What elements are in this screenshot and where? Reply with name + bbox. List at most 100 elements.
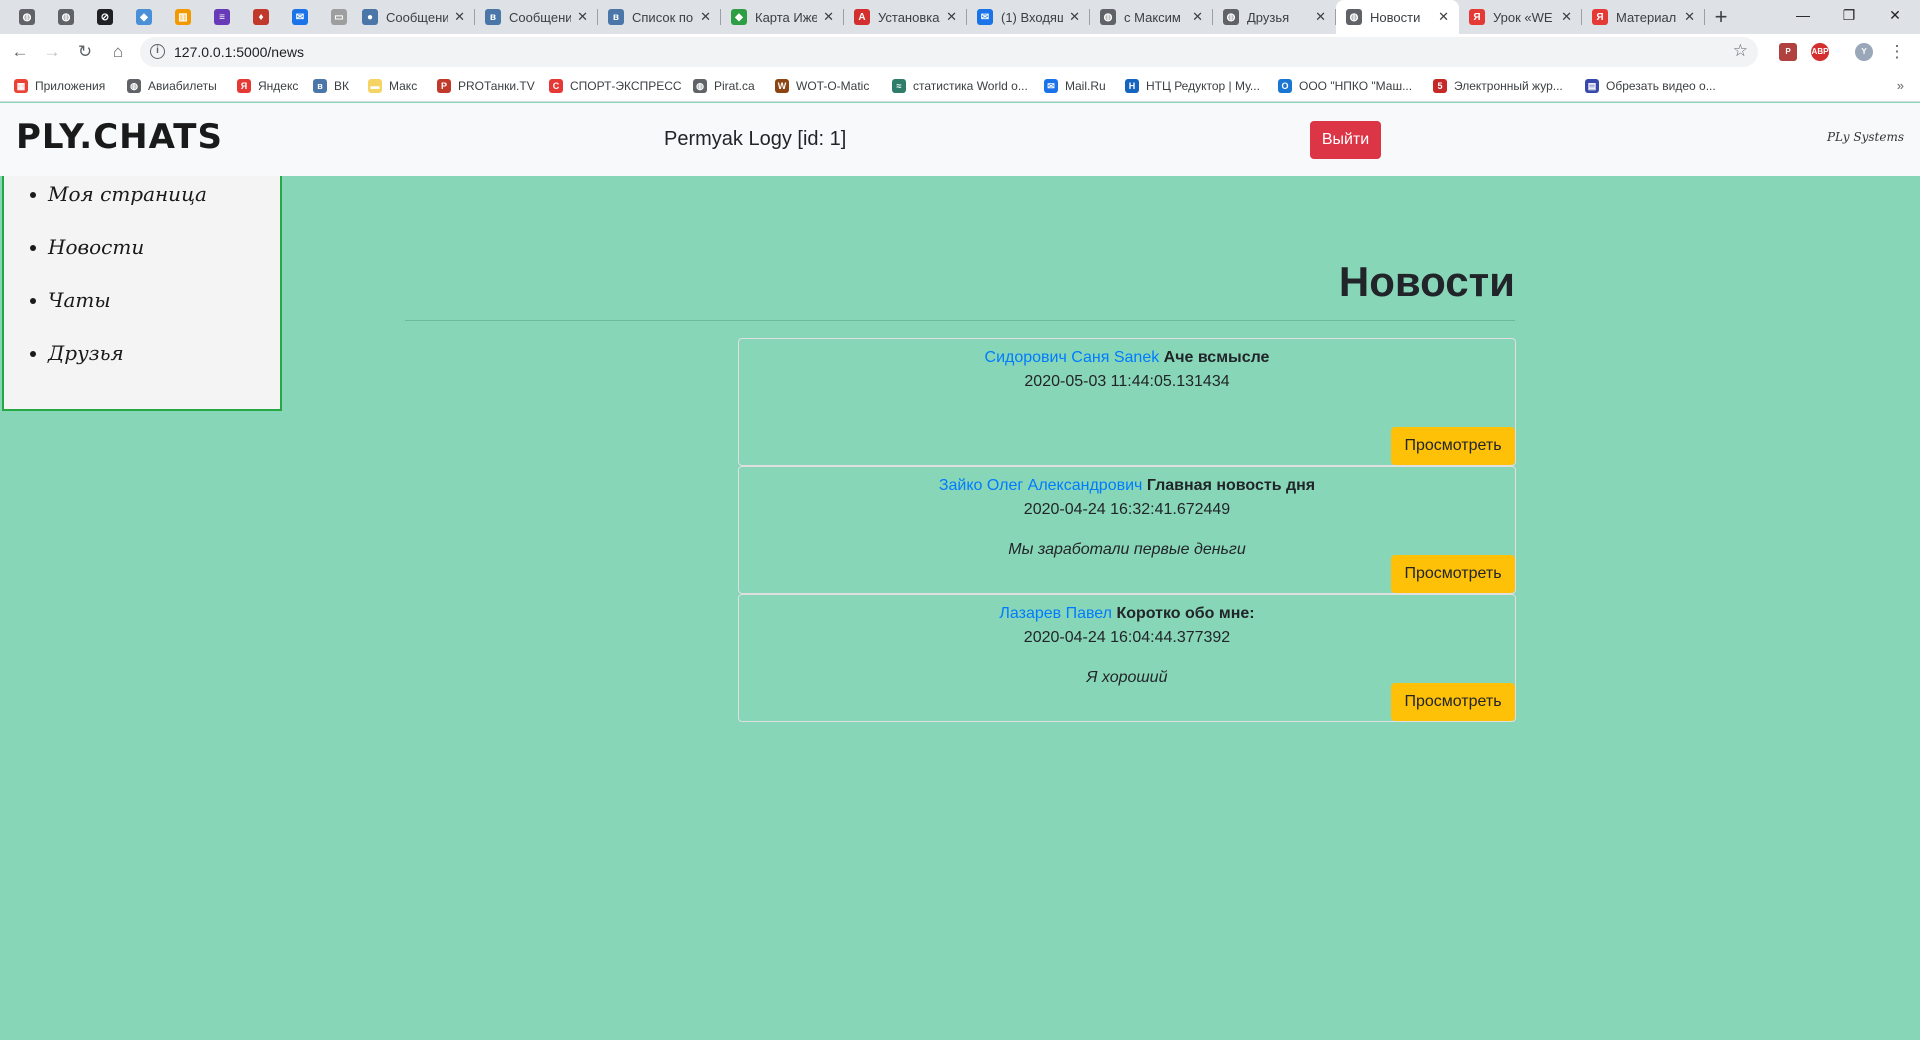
tab-close-icon[interactable]: ✕: [823, 9, 834, 25]
bookmark-label: PROТанки.TV: [458, 79, 535, 93]
news-date: 2020-04-24 16:04:44.377392: [1023, 629, 1231, 646]
tab-close-icon[interactable]: ✕: [1315, 9, 1326, 25]
chat-icon: ●: [362, 9, 378, 25]
view-news-button[interactable]: Просмотреть: [1391, 427, 1515, 465]
close-window-button[interactable]: ✕: [1872, 0, 1918, 30]
url-text[interactable]: 127.0.0.1:5000/news: [174, 44, 304, 60]
news-author-link[interactable]: Зайко Олег Александрович: [939, 477, 1143, 494]
bookmark-label: Mail.Ru: [1065, 79, 1106, 93]
news-author-link[interactable]: Лазарев Павел: [999, 605, 1112, 622]
bookmark-item[interactable]: ▦ Приложения: [14, 76, 105, 96]
tab-active[interactable]: ◍ Новости ✕: [1336, 0, 1459, 34]
tab-close-icon[interactable]: ✕: [577, 9, 588, 25]
news-author-link[interactable]: Сидорович Саня Sanek: [985, 349, 1160, 366]
pinned-tab[interactable]: ♦: [246, 0, 276, 34]
tab-close-icon[interactable]: ✕: [1561, 9, 1572, 25]
site-logo[interactable]: PLY.CHATS: [16, 117, 223, 157]
forward-icon[interactable]: →: [40, 40, 64, 64]
browser-tab[interactable]: Я Урок «WE ✕: [1459, 0, 1582, 34]
news-card: Лазарев Павел Коротко обо мне: 2020-04-24…: [738, 594, 1516, 722]
bookmark-star-icon[interactable]: ☆: [1733, 41, 1748, 61]
tab-close-icon[interactable]: ✕: [454, 9, 465, 25]
sidebar-item-my-page[interactable]: Моя страница: [4, 184, 280, 237]
tab-close-icon[interactable]: ✕: [1438, 9, 1449, 25]
yandex-icon: Я: [1469, 9, 1485, 25]
bookmark-label: Обрезать видео о...: [1606, 79, 1716, 93]
bookmarks-overflow-icon[interactable]: »: [1897, 78, 1904, 93]
globe-icon: ◍: [1100, 9, 1116, 25]
tab-title: Урок «WE: [1493, 9, 1553, 25]
folder-icon: ▬: [368, 79, 382, 93]
bookmark-item[interactable]: ◍ Pirat.ca: [693, 76, 755, 96]
sidebar-item-friends[interactable]: Друзья: [4, 343, 280, 396]
back-icon[interactable]: ←: [8, 40, 32, 64]
browser-tab[interactable]: в Сообщени ✕: [475, 0, 598, 34]
bookmark-item[interactable]: С СПОРТ-ЭКСПРЕСС: [549, 76, 682, 96]
current-user: Permyak Logy [id: 1]: [664, 128, 847, 150]
reload-icon[interactable]: ↻: [73, 40, 97, 64]
pinned-tab[interactable]: ◆: [129, 0, 159, 34]
bookmark-item[interactable]: Я Яндекс: [237, 76, 298, 96]
bullet-icon: [30, 298, 36, 304]
restore-button[interactable]: ❐: [1826, 0, 1872, 30]
pdf-extension-icon[interactable]: P: [1779, 43, 1797, 61]
browser-tab[interactable]: ◍ Друзья ✕: [1213, 0, 1336, 34]
yandex-icon: Я: [237, 79, 251, 93]
bookmark-item[interactable]: W WOT-O-Matic: [775, 76, 869, 96]
browser-tab[interactable]: ✉ (1) Входящ ✕: [967, 0, 1090, 34]
bookmark-label: Макс: [389, 79, 418, 93]
tab-close-icon[interactable]: ✕: [700, 9, 711, 25]
pinned-tab[interactable]: ▥: [168, 0, 198, 34]
bar-chart-icon: ▥: [175, 9, 191, 25]
bookmark-item[interactable]: в ВК: [313, 76, 349, 96]
address-bar: ← → ↻ ⌂ i 127.0.0.1:5000/news ☆ P ABP Y …: [0, 34, 1920, 70]
pinned-tab[interactable]: ⊘: [90, 0, 120, 34]
adblock-extension-icon[interactable]: ABP: [1811, 43, 1829, 61]
browser-tab[interactable]: ◆ Карта Иже ✕: [721, 0, 844, 34]
tab-title: Сообщени: [386, 9, 448, 25]
minimize-button[interactable]: —: [1780, 0, 1826, 30]
tab-close-icon[interactable]: ✕: [1069, 9, 1080, 25]
browser-tab[interactable]: A Установка ✕: [844, 0, 967, 34]
sidebar-item-chats[interactable]: Чаты: [4, 290, 280, 343]
tab-close-icon[interactable]: ✕: [1192, 9, 1203, 25]
mail-icon: ✉: [977, 9, 993, 25]
tab-close-icon[interactable]: ✕: [946, 9, 957, 25]
bookmark-item[interactable]: ✉ Mail.Ru: [1044, 76, 1106, 96]
tab-title: Карта Иже: [755, 9, 817, 25]
browser-tab[interactable]: ◍ с Максим ✕: [1090, 0, 1213, 34]
url-field[interactable]: i 127.0.0.1:5000/news ☆: [140, 37, 1758, 67]
home-icon[interactable]: ⌂: [106, 40, 130, 64]
tab-close-icon[interactable]: ✕: [1684, 9, 1695, 25]
pinned-tab[interactable]: ≡: [207, 0, 237, 34]
bookmark-item[interactable]: ≈ статистика World o...: [892, 76, 1028, 96]
browser-tab[interactable]: Я Материал ✕: [1582, 0, 1705, 34]
sidebar-item-news[interactable]: Новости: [4, 237, 280, 290]
bookmark-label: WOT-O-Matic: [796, 79, 870, 93]
mail-icon: ✉: [1044, 79, 1058, 93]
view-news-button[interactable]: Просмотреть: [1391, 555, 1515, 593]
bookmark-item[interactable]: ◍ Авиабилеты: [127, 76, 217, 96]
profile-avatar[interactable]: Y: [1855, 43, 1873, 61]
logout-button[interactable]: Выйти: [1310, 121, 1381, 159]
pinned-tab[interactable]: ◍: [51, 0, 81, 34]
browser-tab[interactable]: ● Сообщени ✕: [352, 0, 475, 34]
bookmark-item[interactable]: O ООО "НПКО "Маш...: [1278, 76, 1412, 96]
new-tab-button[interactable]: +: [1708, 4, 1734, 30]
bookmark-item[interactable]: ▤ Обрезать видео о...: [1585, 76, 1716, 96]
bookmark-item[interactable]: ▬ Макс: [368, 76, 417, 96]
view-news-button[interactable]: Просмотреть: [1391, 683, 1515, 721]
pinned-tab[interactable]: ◍: [12, 0, 42, 34]
pinned-tab[interactable]: ▭: [324, 0, 354, 34]
bookmark-item[interactable]: Н НТЦ Редуктор | Му...: [1125, 76, 1260, 96]
bookmark-item[interactable]: 5 Электронный жур...: [1433, 76, 1563, 96]
site-info-icon[interactable]: i: [150, 44, 165, 59]
bookmark-item[interactable]: P PROТанки.TV: [437, 76, 535, 96]
menu-icon[interactable]: ⋮: [1885, 40, 1909, 64]
tab-strip: ◍ ◍ ⊘ ◆ ▥ ≡ ♦ ✉ ▭ ● Сообщени ✕ в Сообщени ✕ в Список по…: [0, 0, 1920, 34]
bookmarks-bar: ▦ Приложения ◍ Авиабилеты Я Яндекс в ВК ▬ Макс P PR…: [0, 70, 1920, 102]
mail-icon: ✉: [292, 9, 308, 25]
circle-slash-icon: ⊘: [97, 9, 113, 25]
pinned-tab[interactable]: ✉: [285, 0, 315, 34]
browser-tab[interactable]: в Список по ✕: [598, 0, 721, 34]
